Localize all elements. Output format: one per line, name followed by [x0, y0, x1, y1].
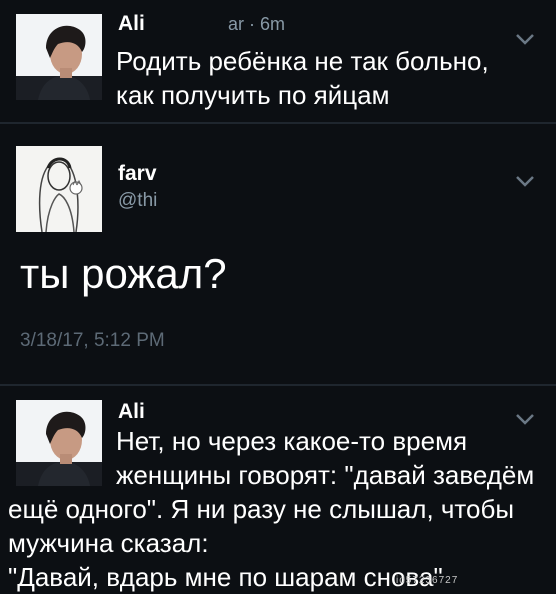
- tweet-text-line: мужчина сказал:: [8, 528, 209, 558]
- display-name[interactable]: Ali: [118, 12, 145, 36]
- tweet-1[interactable]: Ali ar · 6m Родить ребёнка не так больно…: [0, 0, 556, 120]
- profile-photo-icon: [16, 400, 102, 486]
- display-name[interactable]: Ali: [118, 400, 145, 424]
- tweet-text: Нет, но через какое-то время женщины гов…: [116, 424, 534, 492]
- profile-photo-icon: [16, 14, 102, 100]
- drawn-profile-photo-icon: [16, 146, 102, 232]
- tweet-text-line: женщины говорят: "давай заведём: [116, 460, 535, 490]
- tweet-text-line: Родить ребёнка не так больно,: [116, 46, 489, 76]
- tweet-text: Родить ребёнка не так больно, как получи…: [116, 44, 489, 112]
- user-handle[interactable]: @thi: [118, 190, 157, 212]
- chevron-down-icon[interactable]: [514, 174, 536, 188]
- tweet-meta: ar · 6m: [228, 14, 286, 34]
- tweet-text-line: ещё одного". Я ни разу не слышал, чтобы: [8, 494, 515, 524]
- chevron-down-icon[interactable]: [514, 32, 536, 46]
- avatar[interactable]: [16, 146, 102, 232]
- display-name[interactable]: farv: [118, 162, 157, 186]
- tweet-3[interactable]: Ali Нет, но через какое-то время женщины…: [0, 386, 556, 592]
- tweet-text-line: как получить по яйцам: [116, 80, 390, 110]
- tweet-timestamp[interactable]: 3/18/17, 5:12 PM: [20, 330, 165, 352]
- avatar[interactable]: [16, 400, 102, 486]
- watermark: id57236727: [396, 575, 459, 586]
- tweet-2[interactable]: farv @thi ты рожал? 3/18/17, 5:12 PM: [0, 124, 556, 384]
- avatar[interactable]: [16, 14, 102, 100]
- tweet-text: ты рожал?: [20, 250, 227, 297]
- tweet-text-line: Нет, но через какое-то время: [116, 426, 468, 456]
